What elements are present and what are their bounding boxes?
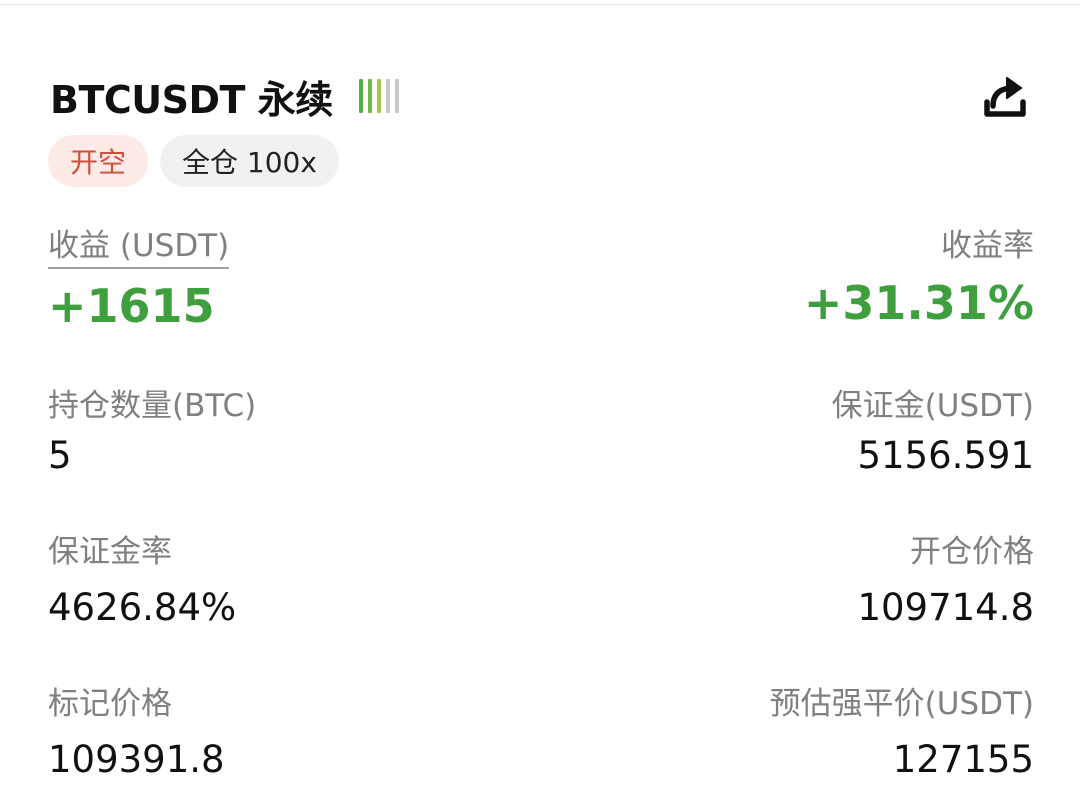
strength-bar: [394, 79, 399, 113]
position-size-cell: 持仓数量(BTC) 5: [48, 386, 256, 478]
signal-strength-icon: [358, 79, 404, 113]
margin-value: 5156.591: [857, 434, 1034, 477]
liq-price-label: 预估强平价(USDT): [769, 686, 1034, 722]
mark-price-value: 109391.8: [48, 738, 225, 781]
position-tags: 开空 全仓 100x: [48, 135, 351, 187]
margin-label: 保证金(USDT): [831, 388, 1034, 424]
symbol-title: BTCUSDT 永续: [50, 77, 333, 122]
share-icon: [984, 77, 1026, 117]
entry-price-cell: 开仓价格 109714.8: [857, 532, 1034, 630]
liq-price-value: 127155: [892, 738, 1034, 781]
pnl-cell: 收益 (USDT) +1615: [48, 226, 230, 333]
roi-cell: 收益率 +31.31%: [804, 226, 1034, 330]
margin-ratio-value: 4626.84%: [48, 586, 237, 629]
margin-ratio-label: 保证金率: [48, 534, 172, 570]
pnl-value: +1615: [48, 279, 215, 333]
roi-label: 收益率: [941, 228, 1034, 264]
mark-price-cell: 标记价格 109391.8: [48, 684, 225, 782]
mark-price-label: 标记价格: [48, 686, 172, 722]
strength-bar: [376, 79, 381, 113]
margin-ratio-cell: 保证金率 4626.84%: [48, 532, 236, 630]
strength-bar: [367, 79, 372, 113]
margin-cell: 保证金(USDT) 5156.591: [832, 386, 1034, 478]
position-card: BTCUSDT 永续 开空 全仓 100x 收益 (USDT) +1615 收益…: [0, 0, 1080, 793]
liq-price-cell: 预估强平价(USDT) 127155: [770, 684, 1034, 782]
entry-price-label: 开仓价格: [910, 534, 1034, 570]
side-tag: 开空: [48, 135, 149, 187]
roi-value: +31.31%: [803, 276, 1034, 330]
strength-bar: [358, 79, 363, 113]
position-size-value: 5: [48, 434, 72, 477]
position-size-label: 持仓数量(BTC): [48, 388, 257, 424]
strength-bar: [385, 79, 390, 113]
share-button[interactable]: [978, 72, 1032, 122]
top-divider: [0, 4, 1080, 5]
entry-price-value: 109714.8: [857, 586, 1034, 629]
title-row: BTCUSDT 永续: [50, 72, 404, 122]
margin-mode-tag: 全仓 100x: [160, 135, 339, 187]
pnl-label[interactable]: 收益 (USDT): [48, 226, 230, 269]
